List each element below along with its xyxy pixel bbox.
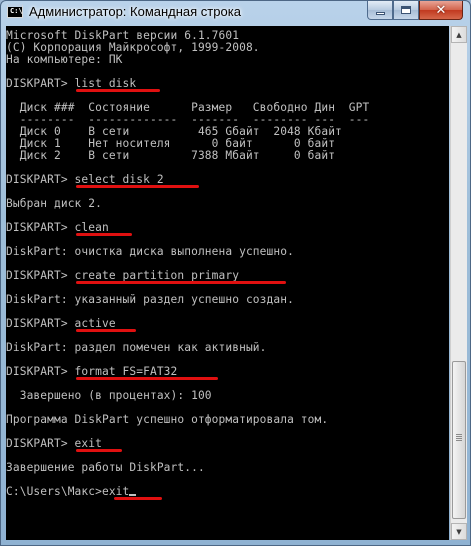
window-title: Администратор: Командная строка: [29, 4, 241, 19]
console-line: DiskPart: раздел помечен как активный.: [6, 341, 267, 354]
arrow-down-icon: ▼: [456, 527, 462, 536]
highlight-underline: [76, 233, 132, 236]
title-bar[interactable]: C:\ Администратор: Командная строка ✕: [1, 1, 470, 23]
vertical-scrollbar[interactable]: ▲ ▼: [450, 26, 467, 540]
text-cursor: [129, 494, 137, 496]
minimize-icon: [375, 12, 385, 15]
highlight-underline: [76, 329, 136, 332]
grip-icon: [456, 434, 462, 435]
highlight-underline: [76, 377, 218, 380]
scroll-down-button[interactable]: ▼: [451, 523, 467, 540]
console-line: Программа DiskPart успешно отформатирова…: [6, 413, 329, 426]
highlight-underline: [76, 281, 286, 284]
console-line: На компьютере: ПК: [6, 53, 123, 66]
scroll-thumb[interactable]: [452, 361, 466, 519]
maximize-button[interactable]: [393, 1, 419, 20]
console-line: DiskPart: очистка диска выполнена успешн…: [6, 245, 294, 258]
maximize-icon: [401, 6, 411, 14]
console-line: Выбран диск 2.: [6, 197, 102, 210]
command-prompt-icon[interactable]: C:\: [7, 4, 23, 18]
close-icon: ✕: [435, 2, 447, 18]
minimize-button[interactable]: [367, 1, 393, 20]
highlight-underline: [114, 497, 162, 500]
close-button[interactable]: ✕: [419, 1, 463, 20]
highlight-underline: [76, 185, 199, 188]
console-line: DiskPart: указанный раздел успешно созда…: [6, 293, 294, 306]
prompt-text: C:\Users\Макс>exit: [6, 485, 130, 498]
console-line: Завершено (в процентах): 100: [6, 389, 212, 402]
console-output[interactable]: Microsoft DiskPart версии 6.1.7601 (C) К…: [6, 26, 449, 540]
arrow-up-icon: ▲: [456, 30, 462, 39]
command-prompt-window: C:\ Администратор: Командная строка ✕ Mi…: [0, 0, 471, 546]
disk-table-row: Диск 2 В сети 7388 Мбайт 0 байт: [6, 149, 336, 162]
highlight-underline: [76, 449, 122, 452]
console-line: Завершение работы DiskPart...: [6, 461, 205, 474]
highlight-underline: [76, 89, 160, 92]
scroll-up-button[interactable]: ▲: [451, 26, 467, 43]
